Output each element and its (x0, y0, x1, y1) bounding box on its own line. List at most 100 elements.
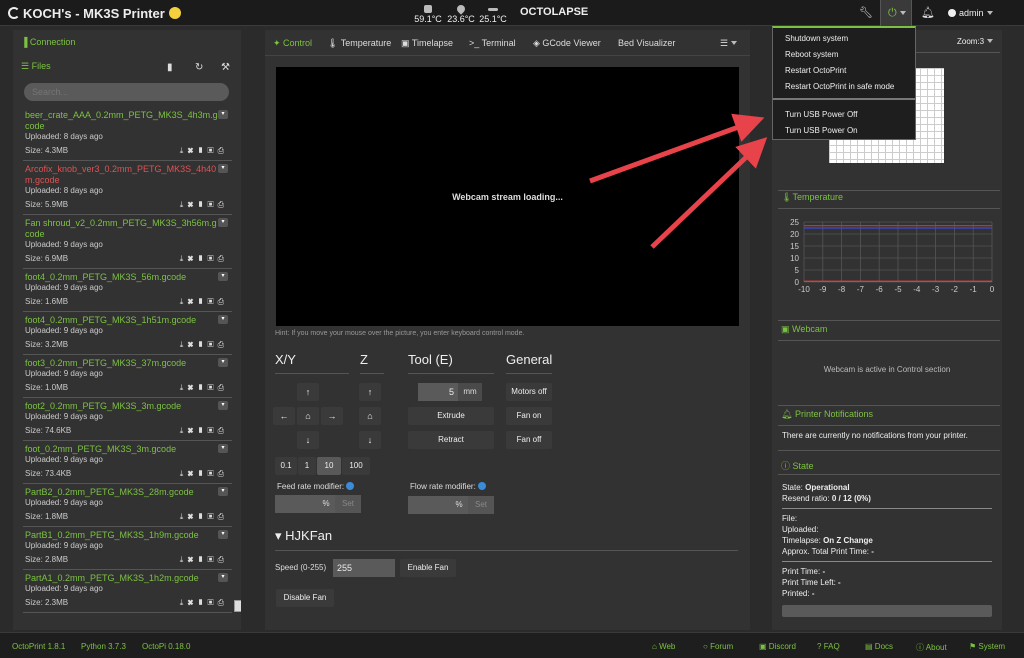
folder-open-icon[interactable]: ▣ (208, 297, 218, 306)
temp-bed[interactable]: 25.1°C (477, 3, 509, 25)
tab-temperature[interactable]: 🌡︎ Temperature (327, 38, 391, 49)
expand-icon[interactable]: ▾ (218, 110, 228, 119)
file-search-input[interactable] (24, 83, 229, 101)
menu-usb-power-off[interactable]: Turn USB Power Off (785, 110, 857, 119)
expand-icon[interactable]: ▾ (218, 315, 228, 324)
print-icon[interactable]: ⎙ (218, 383, 228, 392)
distance-button[interactable]: 100 (342, 457, 370, 475)
menu-usb-power-on[interactable]: Turn USB Power On (785, 126, 858, 135)
folder-open-icon[interactable]: ▣ (208, 598, 218, 607)
trash-icon[interactable]: ▮ (197, 254, 207, 263)
trash-icon[interactable]: ▮ (197, 297, 207, 306)
file-item[interactable]: PartA1_0.2mm_PETG_MK3S_1h2m.gcode Uploade… (23, 570, 232, 613)
trash-icon[interactable]: ▮ (197, 340, 207, 349)
trash-icon[interactable]: ▮ (197, 146, 207, 155)
info-icon[interactable] (477, 482, 486, 490)
jog-x-minus-button[interactable]: ← (273, 407, 295, 425)
file-name[interactable]: PartB1_0.2mm_PETG_MK3S_1h9m.gcode (25, 530, 218, 541)
file-name[interactable]: foot_0.2mm_PETG_MK3S_3m.gcode (25, 444, 218, 455)
folder-open-icon[interactable]: ▣ (208, 555, 218, 564)
menu-shutdown-system[interactable]: Shutdown system (785, 34, 848, 43)
print-icon[interactable]: ⎙ (218, 512, 228, 521)
footer-link-forum[interactable]: ○ Forum (703, 642, 733, 651)
bell-icon[interactable]: 🔔︎ (920, 5, 936, 21)
delete-icon[interactable]: ✖ (187, 340, 197, 349)
clipboard-icon[interactable]: ▮ (167, 62, 173, 73)
fan-off-button[interactable]: Fan off (506, 431, 552, 449)
info-icon[interactable] (346, 482, 355, 490)
files-panel-header[interactable]: ☰ Files (21, 61, 51, 72)
file-name[interactable]: PartA1_0.2mm_PETG_MK3S_1h2m.gcode (25, 573, 218, 584)
delete-icon[interactable]: ✖ (187, 146, 197, 155)
footer-link-docs[interactable]: ▤ Docs (865, 642, 893, 651)
trash-icon[interactable]: ▮ (197, 555, 207, 564)
user-menu[interactable]: admin (948, 8, 993, 18)
home-z-button[interactable]: ⌂ (359, 407, 381, 425)
file-item[interactable]: PartB2_0.2mm_PETG_MK3S_28m.gcode Uploaded… (23, 484, 232, 527)
folder-open-icon[interactable]: ▣ (208, 254, 218, 263)
wrench-icon[interactable]: ⚒ (221, 62, 230, 73)
tabs-overflow-menu[interactable]: ☰ (720, 38, 738, 49)
file-item[interactable]: foot4_0.2mm_PETG_MK3S_56m.gcode Uploaded:… (23, 269, 232, 312)
expand-icon[interactable]: ▾ (218, 573, 228, 582)
distance-button[interactable]: 0.1 (275, 457, 297, 475)
print-icon[interactable]: ⎙ (218, 297, 228, 306)
folder-open-icon[interactable]: ▣ (208, 426, 218, 435)
temperature-panel-header[interactable]: 🌡︎Temperature (781, 192, 843, 203)
jog-z-minus-button[interactable]: ↓ (359, 431, 381, 449)
footer-link-system[interactable]: ⚑ System (969, 642, 1005, 651)
flow-rate-set-button[interactable]: Set (468, 496, 494, 514)
distance-button[interactable]: 10 (317, 457, 341, 475)
print-icon[interactable]: ⎙ (218, 254, 228, 263)
delete-icon[interactable]: ✖ (187, 426, 197, 435)
delete-icon[interactable]: ✖ (187, 200, 197, 209)
file-name[interactable]: beer_crate_AAA_0.2mm_PETG_MK3S_4h3m.gcod… (25, 110, 218, 132)
menu-restart-octoprint[interactable]: Restart OctoPrint (785, 66, 846, 75)
file-item[interactable]: beer_crate_AAA_0.2mm_PETG_MK3S_4h3m.gcod… (23, 107, 232, 161)
file-item[interactable]: foot2_0.2mm_PETG_MK3S_3m.gcode Uploaded: … (23, 398, 232, 441)
footer-link-about[interactable]: ⓘ About (916, 642, 947, 653)
print-icon[interactable]: ⎙ (218, 146, 228, 155)
expand-icon[interactable]: ▾ (218, 444, 228, 453)
extrude-amount-input[interactable] (418, 383, 458, 401)
menu-reboot-system[interactable]: Reboot system (785, 50, 838, 59)
feed-rate-set-button[interactable]: Set (335, 495, 361, 513)
folder-open-icon[interactable]: ▣ (208, 340, 218, 349)
print-icon[interactable]: ⎙ (218, 469, 228, 478)
state-panel-header[interactable]: ⓘ State (781, 459, 814, 472)
home-xy-button[interactable]: ⌂ (297, 407, 319, 425)
hjkfan-header[interactable]: ▾ HJKFan (275, 528, 738, 551)
file-item[interactable]: foot4_0.2mm_PETG_MK3S_1h51m.gcode Uploade… (23, 312, 232, 355)
delete-icon[interactable]: ✖ (187, 383, 197, 392)
fan-on-button[interactable]: Fan on (506, 407, 552, 425)
retract-button[interactable]: Retract (408, 431, 494, 449)
expand-icon[interactable]: ▾ (218, 530, 228, 539)
delete-icon[interactable]: ✖ (187, 598, 197, 607)
print-icon[interactable]: ⎙ (218, 598, 228, 607)
file-name[interactable]: foot4_0.2mm_PETG_MK3S_1h51m.gcode (25, 315, 218, 326)
jog-y-minus-button[interactable]: ↓ (297, 431, 319, 449)
connection-panel-header[interactable]: ▐ Connection (21, 37, 75, 47)
footer-link-faq[interactable]: ? FAQ (817, 642, 840, 651)
expand-icon[interactable]: ▾ (218, 401, 228, 410)
trash-icon[interactable]: ▮ (197, 383, 207, 392)
expand-icon[interactable]: ▾ (218, 358, 228, 367)
menu-restart-safe-mode[interactable]: Restart OctoPrint in safe mode (785, 82, 894, 91)
expand-icon[interactable]: ▾ (218, 272, 228, 281)
octoprint-version[interactable]: OctoPrint 1.8.1 (12, 642, 65, 651)
trash-icon[interactable]: ▮ (197, 598, 207, 607)
jog-y-plus-button[interactable]: ↑ (297, 383, 319, 401)
tab-control[interactable]: ✦ Control (273, 38, 312, 49)
brand[interactable]: KOCH's - MK3S Printer (8, 6, 181, 21)
delete-icon[interactable]: ✖ (187, 555, 197, 564)
webcam-panel-header[interactable]: ▣ Webcam (781, 324, 827, 335)
scrollbar[interactable] (234, 600, 241, 612)
expand-icon[interactable]: ▾ (218, 487, 228, 496)
webcam-view[interactable]: Webcam stream loading... (276, 67, 739, 326)
tab-terminal[interactable]: >_ Terminal (469, 38, 516, 48)
fan-speed-input[interactable] (333, 559, 395, 577)
expand-icon[interactable]: ▾ (218, 164, 228, 173)
zoom-select[interactable]: Zoom:3 (957, 37, 994, 46)
trash-icon[interactable]: ▮ (197, 469, 207, 478)
expand-icon[interactable]: ▾ (218, 218, 228, 227)
